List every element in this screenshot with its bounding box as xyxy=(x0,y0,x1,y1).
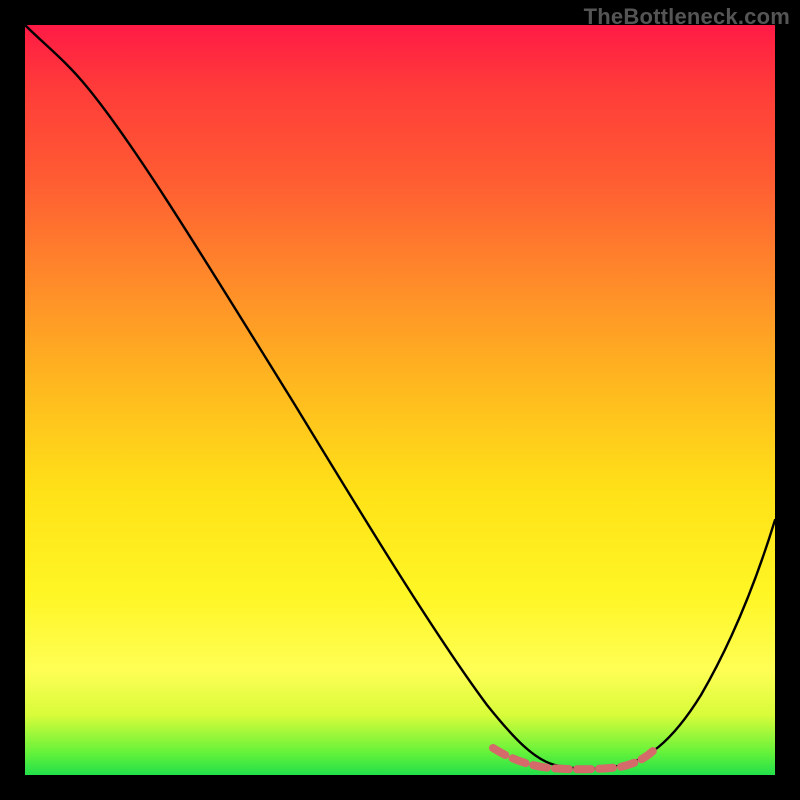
highlight-flat xyxy=(493,748,653,769)
curve-layer xyxy=(25,25,775,775)
plot-area xyxy=(25,25,775,775)
chart-canvas: TheBottleneck.com xyxy=(0,0,800,800)
bottleneck-curve xyxy=(25,25,775,769)
